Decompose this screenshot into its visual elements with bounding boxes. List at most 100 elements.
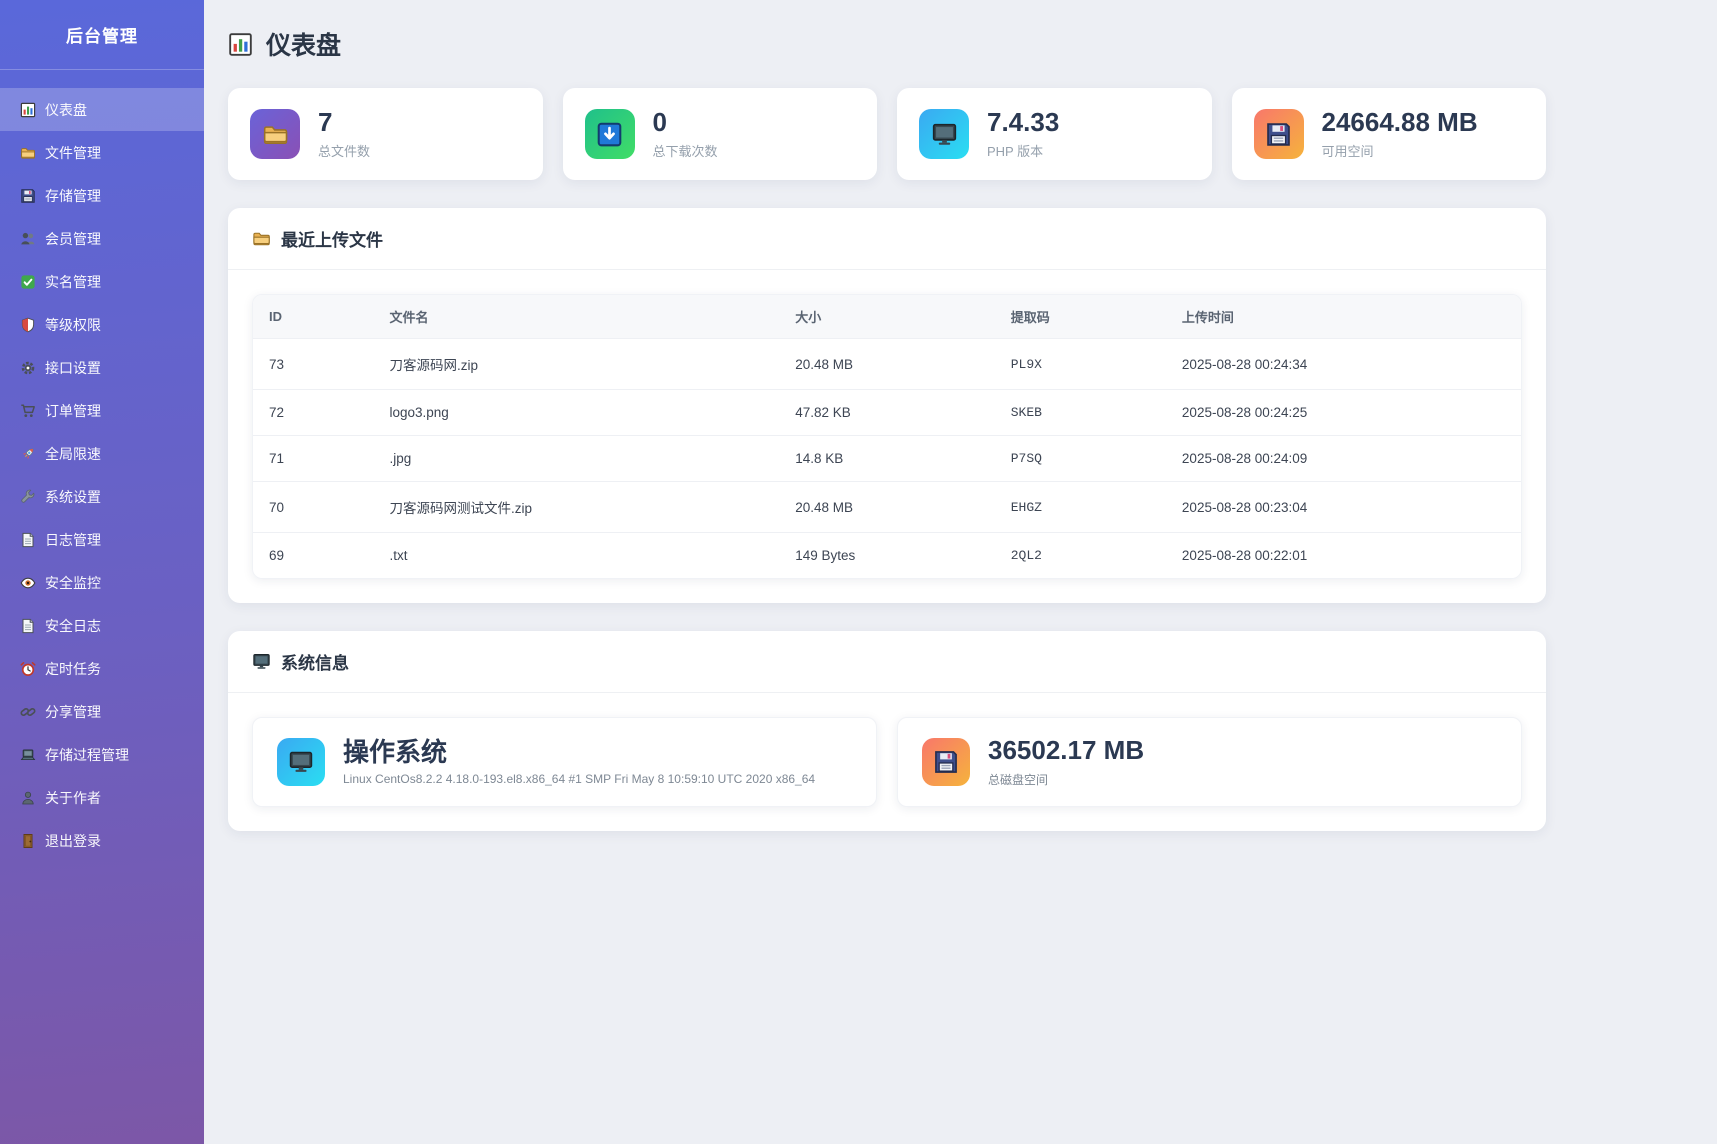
monitor-icon	[919, 109, 969, 159]
sidebar-nav: 仪表盘 文件管理 存储管理 会员管理 实名管理 等级权限 接口设置 订单管理	[0, 70, 204, 862]
door-icon	[20, 833, 36, 849]
floppy-disk-icon	[922, 738, 970, 786]
cell-filename: 刀客源码网.zip	[373, 339, 779, 390]
os-title: 操作系统	[343, 738, 815, 767]
sidebar-item-security-logs[interactable]: 安全日志	[0, 604, 204, 647]
stat-card-available-space: 24664.88 MB 可用空间	[1232, 88, 1547, 180]
cell-code: EHGZ	[995, 482, 1166, 533]
recent-files-table: ID 文件名 大小 提取码 上传时间 73 刀客源码网.zip	[252, 294, 1522, 579]
system-info-title: 系统信息	[281, 649, 349, 674]
cell-size: 47.82 KB	[779, 390, 995, 436]
cart-icon	[20, 403, 36, 419]
main-content: 仪表盘 7 总文件数 0 总下载次数	[204, 0, 1717, 1144]
disk-card: 36502.17 MB 总磁盘空间	[897, 717, 1522, 807]
monitor-icon	[252, 652, 271, 671]
os-description: Linux CentOs8.2.2 4.18.0-193.el8.x86_64 …	[343, 772, 815, 786]
cell-id: 73	[253, 339, 373, 390]
sidebar-item-label: 仪表盘	[45, 100, 87, 120]
sidebar-item-about-author[interactable]: 关于作者	[0, 776, 204, 819]
sidebar-item-label: 等级权限	[45, 315, 101, 335]
check-square-icon	[20, 274, 36, 290]
stat-label: 总文件数	[318, 141, 370, 160]
page-title-text: 仪表盘	[266, 26, 341, 62]
link-icon	[20, 704, 36, 720]
recent-files-title: 最近上传文件	[281, 226, 383, 251]
cell-id: 71	[253, 436, 373, 482]
document-icon	[20, 618, 36, 634]
cell-code: 2QL2	[995, 533, 1166, 579]
stat-label: 可用空间	[1322, 141, 1478, 160]
cell-filename: .txt	[373, 533, 779, 579]
cell-upload-time: 2025-08-28 00:23:04	[1166, 482, 1521, 533]
folder-icon	[20, 145, 36, 161]
sidebar-item-label: 文件管理	[45, 143, 101, 163]
document-icon	[20, 532, 36, 548]
sidebar-item-scheduled-tasks[interactable]: 定时任务	[0, 647, 204, 690]
sidebar-item-label: 安全监控	[45, 573, 101, 593]
cell-code: P7SQ	[995, 436, 1166, 482]
table-row: 69 .txt 149 Bytes 2QL2 2025-08-28 00:22:…	[253, 533, 1521, 579]
system-info-header: 系统信息	[228, 631, 1546, 693]
sidebar-item-log-management[interactable]: 日志管理	[0, 518, 204, 561]
stat-card-total-downloads: 0 总下载次数	[563, 88, 878, 180]
download-icon	[585, 109, 635, 159]
cell-size: 20.48 MB	[779, 482, 995, 533]
sidebar-item-storage-management[interactable]: 存储管理	[0, 174, 204, 217]
chart-icon	[20, 102, 36, 118]
folder-icon	[252, 229, 271, 248]
cell-upload-time: 2025-08-28 00:24:34	[1166, 339, 1521, 390]
sidebar-item-global-rate-limit[interactable]: 全局限速	[0, 432, 204, 475]
disk-value: 36502.17 MB	[988, 736, 1144, 765]
sidebar-item-member-management[interactable]: 会员管理	[0, 217, 204, 260]
alarm-clock-icon	[20, 661, 36, 677]
eye-icon	[20, 575, 36, 591]
sidebar-item-share-management[interactable]: 分享管理	[0, 690, 204, 733]
sidebar-item-label: 系统设置	[45, 487, 101, 507]
table-row: 72 logo3.png 47.82 KB SKEB 2025-08-28 00…	[253, 390, 1521, 436]
sidebar-item-level-permissions[interactable]: 等级权限	[0, 303, 204, 346]
sidebar-item-label: 退出登录	[45, 831, 101, 851]
sidebar-item-label: 会员管理	[45, 229, 101, 249]
sidebar-item-realname-management[interactable]: 实名管理	[0, 260, 204, 303]
floppy-disk-icon	[20, 188, 36, 204]
open-folder-icon	[250, 109, 300, 159]
users-icon	[20, 231, 36, 247]
sidebar-item-label: 分享管理	[45, 702, 101, 722]
stat-label: 总下载次数	[653, 141, 718, 160]
os-card: 操作系统 Linux CentOs8.2.2 4.18.0-193.el8.x8…	[252, 717, 877, 807]
stat-value: 7	[318, 108, 370, 137]
chart-icon	[228, 32, 253, 57]
disk-label: 总磁盘空间	[988, 771, 1144, 788]
column-header-upload-time: 上传时间	[1166, 295, 1521, 339]
table-row: 73 刀客源码网.zip 20.48 MB PL9X 2025-08-28 00…	[253, 339, 1521, 390]
cell-id: 69	[253, 533, 373, 579]
sidebar-item-stored-procedure-management[interactable]: 存储过程管理	[0, 733, 204, 776]
sidebar-item-system-settings[interactable]: 系统设置	[0, 475, 204, 518]
cell-code: PL9X	[995, 339, 1166, 390]
sidebar-item-dashboard[interactable]: 仪表盘	[0, 88, 204, 131]
sidebar-item-file-management[interactable]: 文件管理	[0, 131, 204, 174]
sidebar-item-logout[interactable]: 退出登录	[0, 819, 204, 862]
cell-upload-time: 2025-08-28 00:22:01	[1166, 533, 1521, 579]
sidebar-item-label: 订单管理	[45, 401, 101, 421]
stats-row: 7 总文件数 0 总下载次数 7.4.33 PHP 版本	[228, 88, 1546, 180]
recent-files-header: 最近上传文件	[228, 208, 1546, 270]
sidebar: 后台管理 仪表盘 文件管理 存储管理 会员管理 实名管理 等级权限 接口设置	[0, 0, 204, 1144]
table-row: 70 刀客源码网测试文件.zip 20.48 MB EHGZ 2025-08-2…	[253, 482, 1521, 533]
table-header-row: ID 文件名 大小 提取码 上传时间	[253, 295, 1521, 339]
stat-card-php-version: 7.4.33 PHP 版本	[897, 88, 1212, 180]
stat-value: 0	[653, 108, 718, 137]
stat-card-total-files: 7 总文件数	[228, 88, 543, 180]
sidebar-item-security-monitoring[interactable]: 安全监控	[0, 561, 204, 604]
sidebar-item-order-management[interactable]: 订单管理	[0, 389, 204, 432]
sidebar-item-api-settings[interactable]: 接口设置	[0, 346, 204, 389]
sidebar-item-label: 存储过程管理	[45, 745, 129, 765]
page-title: 仪表盘	[228, 26, 1546, 62]
app-title: 后台管理	[0, 0, 204, 70]
column-header-size: 大小	[779, 295, 995, 339]
cell-size: 149 Bytes	[779, 533, 995, 579]
sidebar-item-label: 接口设置	[45, 358, 101, 378]
sidebar-item-label: 关于作者	[45, 788, 101, 808]
cell-upload-time: 2025-08-28 00:24:09	[1166, 436, 1521, 482]
sidebar-item-label: 日志管理	[45, 530, 101, 550]
